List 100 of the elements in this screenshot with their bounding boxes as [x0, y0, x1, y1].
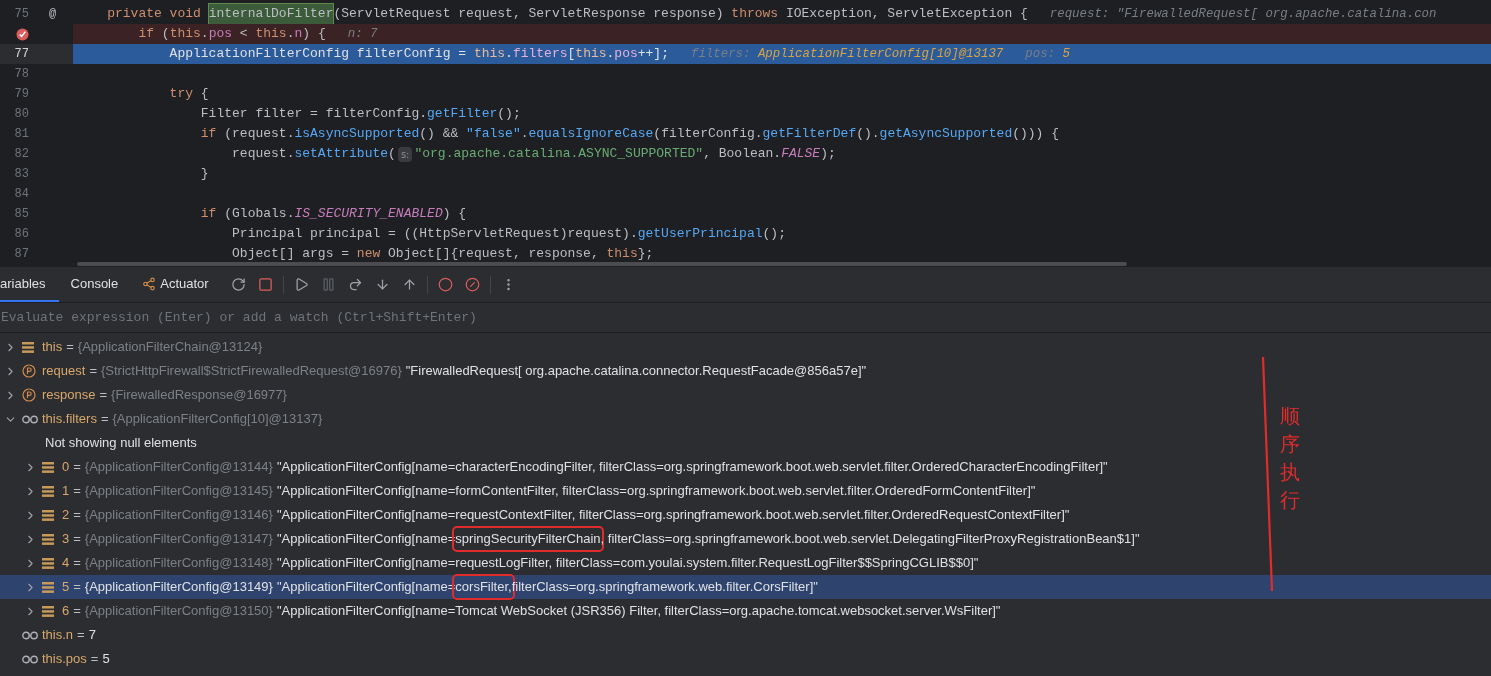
code-line: Object[] args = new Object[]{request, response, this}; [231, 245, 655, 264]
breakpoint-icon[interactable] [16, 27, 29, 41]
code-line: if (Globals.IS_SECURITY_ENABLED) { [199, 205, 468, 224]
variable-name: 3 [62, 530, 70, 549]
watch-icon [22, 414, 38, 424]
highlighted-string-part: corsFilter, [455, 577, 512, 597]
variable-row[interactable]: request = {StrictHttpFirewall$StrictFirewalledRequest@16976} "FirewalledRequest[ org.apache.catalina.connector.RequestFacade@856a57e]" [0, 359, 1250, 383]
variable-row[interactable]: 2 = {ApplicationFilterConfig@13146} "ApplicationFilterConfig[name=requestContextFilter, filterClass=org.springframework.boot.web.servlet.filter.OrderedRequestContextFilter]" [0, 503, 1250, 527]
list-icon [42, 605, 54, 617]
variable-value: {FirewalledResponse@16977} [111, 386, 287, 405]
variable-name: 5 [62, 578, 70, 597]
line-number: 84 [14, 186, 29, 203]
code-line: try { [168, 85, 210, 104]
inline-value-hint: n: 7 [347, 25, 378, 43]
variable-value: {StrictHttpFirewall$StrictFirewalledRequest@16976} [100, 362, 402, 381]
inline-value-hint: request: "FirewalledRequest[ org.apache.catalina.con [1049, 5, 1437, 23]
line-number: 85 [14, 206, 29, 223]
variable-row[interactable]: 1 = {ApplicationFilterConfig@13145} "ApplicationFilterConfig[name=formContentFilter, filterClass=org.springframework.boot.web.servlet.filter.OrderedFormContentFilter]" [0, 479, 1250, 503]
equals-sign: = [73, 482, 81, 501]
variable-value: {ApplicationFilterChain@13124} [77, 338, 263, 357]
string-value: , filterClass=org.springframework.boot.web.servlet.DelegatingFilterProxyRegistrationBean$1]" [600, 530, 1140, 549]
variable-row[interactable]: 6 = {ApplicationFilterConfig@13150} "ApplicationFilterConfig[name=Tomcat WebSocket (JSR356) Filter, filterClass=org.apache.tomcat.websocket.server.WsFilter]" [0, 599, 1250, 623]
variable-row[interactable]: this.filters = {ApplicationFilterConfig[10]@13137} [0, 407, 1250, 431]
list-icon [22, 341, 34, 353]
list-icon [42, 509, 54, 521]
line-number: 78 [14, 66, 29, 83]
variable-row[interactable]: this.n = 7 [0, 623, 1250, 647]
string-value: "ApplicationFilterConfig[name=requestContextFilter, filterClass=org.springframework.boot.web.servlet.filter.OrderedRequestContextFilter]" [276, 506, 1070, 525]
equals-sign: = [89, 362, 97, 381]
equals-sign: = [73, 506, 81, 525]
list-icon [42, 461, 54, 473]
variable-name: response [42, 386, 96, 405]
variable-row[interactable]: this.pos = 5 [0, 647, 1250, 671]
line-number: 87 [14, 246, 29, 263]
variable-value: {ApplicationFilterConfig[10]@13137} [112, 410, 323, 429]
variable-name: this.pos [42, 650, 87, 669]
code-line: Filter filter = filterConfig.getFilter(); [199, 105, 522, 124]
list-icon [42, 533, 54, 545]
variable-row[interactable]: this = {ApplicationFilterChain@13124} [0, 335, 1250, 359]
equals-sign: = [73, 602, 81, 621]
annotation-text: 顺序执行 [1280, 404, 1300, 513]
horizontal-scrollbar[interactable] [77, 262, 1127, 266]
variable-name: 0 [62, 458, 70, 477]
list-icon [42, 557, 54, 569]
equals-sign: = [73, 578, 81, 597]
variable-value: {ApplicationFilterConfig@13150} [84, 602, 273, 621]
variable-value: {ApplicationFilterConfig@13146} [84, 506, 273, 525]
list-icon [42, 485, 54, 497]
equals-sign: = [73, 458, 81, 477]
variable-name: 6 [62, 602, 70, 621]
panel-tab[interactable]: Console [58, 267, 131, 302]
evaluate-expression-field[interactable]: Evaluate expression (Enter) or add a watch (Ctrl+Shift+Enter) [0, 303, 1491, 332]
line-number: 80 [14, 106, 29, 123]
parameter-icon [22, 364, 36, 378]
line-number: 79 [14, 86, 29, 103]
inline-value-hint: pos: 5 [1025, 45, 1070, 63]
string-value: "ApplicationFilterConfig[name=formContentFilter, filterClass=org.springframework.boot.web.servlet.filter.OrderedFormContentFilter]" [276, 482, 1036, 501]
watch-icon [22, 630, 38, 640]
line-number: 75 [14, 6, 29, 23]
string-value: "ApplicationFilterConfig[name=requestLogFilter, filterClass=com.youlai.system.filter.RequestLogFilter$$SpringCGLIB$$0]" [276, 554, 979, 573]
variable-row[interactable]: response = {FirewalledResponse@16977} [0, 383, 1250, 407]
panel-tab[interactable]: Actuator [130, 267, 221, 302]
string-value: "FirewalledRequest[ org.apache.catalina.connector.RequestFacade@856a57e]" [405, 362, 867, 381]
line-number: 82 [14, 146, 29, 163]
line-number: 81 [14, 126, 29, 143]
code-line: if (request.isAsyncSupported() && "false".equalsIgnoreCase(filterConfig.getFilterDef().getAsyncSupported())) { [199, 125, 1061, 144]
equals-sign: = [73, 530, 81, 549]
equals-sign: = [66, 338, 74, 357]
string-value: "ApplicationFilterConfig[name=characterEncodingFilter, filterClass=org.springframework.boot.web.servlet.filter.OrderedCharacterEncodingFilter]" [276, 458, 1108, 477]
code-line: Principal principal = ((HttpServletRequest)request).getUserPrincipal(); [231, 225, 787, 244]
variable-row[interactable]: 4 = {ApplicationFilterConfig@13148} "ApplicationFilterConfig[name=requestLogFilter, filterClass=com.youlai.system.filter.RequestLogFilter$$SpringCGLIB$$0]" [0, 551, 1250, 575]
variable-name: 4 [62, 554, 70, 573]
equals-sign: = [100, 410, 109, 429]
list-icon [42, 581, 54, 593]
variable-name: this.filters [42, 410, 97, 429]
variable-name: this [42, 338, 63, 357]
gutter-marker[interactable]: @ [49, 5, 57, 23]
highlighted-string-part: springSecurityFilterChain [455, 529, 601, 549]
equals-sign: = [77, 626, 85, 645]
line-number: 77 [14, 46, 29, 63]
inline-value-hint: filters: ApplicationFilterConfig[10]@13137 [691, 45, 1004, 63]
code-line: request.setAttribute( s: "org.apache.catalina.ASYNC_SUPPORTED", Boolean.FALSE); [231, 145, 837, 164]
variable-value: {ApplicationFilterConfig@13149} [84, 578, 273, 597]
variable-name: 1 [62, 482, 70, 501]
variable-value: {ApplicationFilterConfig@13144} [84, 458, 273, 477]
variable-name: this.n [42, 626, 74, 645]
string-value: "ApplicationFilterConfig[name=Tomcat WebSocket (JSR356) Filter, filterClass=org.apache.tomcat.websocket.server.WsFilter]" [276, 602, 1001, 621]
variable-name: 2 [62, 506, 70, 525]
variable-value: {ApplicationFilterConfig@13148} [84, 554, 273, 573]
variable-value: {ApplicationFilterConfig@13145} [84, 482, 273, 501]
equals-sign: = [90, 650, 99, 669]
code-line: } [199, 165, 210, 184]
parameter-icon [22, 388, 36, 402]
variable-row[interactable]: 0 = {ApplicationFilterConfig@13144} "ApplicationFilterConfig[name=characterEncodingFilter, filterClass=org.springframework.boot.web.servlet.filter.OrderedCharacterEncodingFilter]" [0, 455, 1250, 479]
watch-icon [22, 654, 38, 664]
actuator-icon [142, 276, 157, 291]
variable-value: {ApplicationFilterConfig@13147} [84, 530, 273, 549]
variable-value: 5 [102, 650, 110, 669]
equals-sign: = [73, 554, 81, 573]
info-note: Not showing null elements [45, 434, 197, 453]
